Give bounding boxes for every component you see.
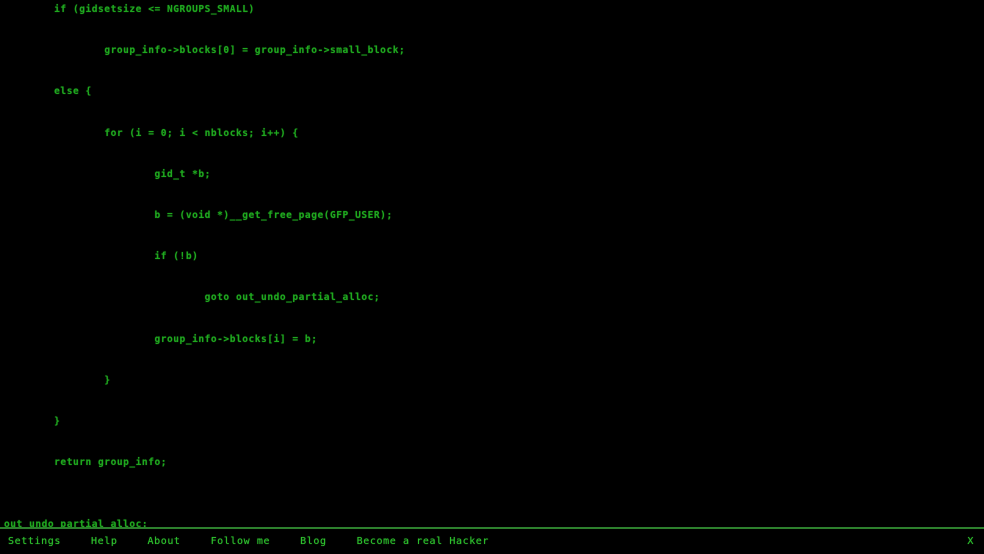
code-line: group_info->blocks[0] = group_info->smal… — [4, 45, 406, 57]
footer-nav: Settings Help About Follow me Blog Become a r… — [8, 529, 489, 554]
code-line: } — [4, 374, 111, 386]
code-line: for (i = 0; i < nblocks; i++) { — [4, 127, 299, 139]
footer-bar: Settings Help About Follow me Blog Become a r… — [0, 527, 984, 554]
code-line: } — [4, 415, 61, 427]
code-line: out_undo_partial_alloc: — [4, 518, 149, 527]
close-button[interactable]: X — [967, 529, 974, 554]
code-line: goto out_undo_partial_alloc; — [4, 292, 381, 304]
code-line: group_info->blocks[i] = b; — [4, 333, 318, 345]
code-line: if (!b) — [4, 251, 199, 263]
code-line: gid_t *b; — [4, 168, 211, 180]
footer-item-settings[interactable]: Settings — [8, 536, 61, 547]
code-line: return group_info; — [4, 457, 168, 469]
footer-item-follow-me[interactable]: Follow me — [211, 536, 271, 547]
footer-item-become-a-real-hacker[interactable]: Become a real Hacker — [357, 536, 489, 547]
code-output-area[interactable]: if (gidsetsize <= NGROUPS_SMALL) group_i… — [0, 0, 984, 527]
footer-item-blog[interactable]: Blog — [300, 536, 326, 547]
footer-item-help[interactable]: Help — [91, 536, 117, 547]
code-line: else { — [4, 86, 92, 98]
code-line: b = (void *)__get_free_page(GFP_USER); — [4, 209, 393, 221]
hacker-typer-screen: if (gidsetsize <= NGROUPS_SMALL) group_i… — [0, 0, 984, 554]
code-line: if (gidsetsize <= NGROUPS_SMALL) — [4, 4, 255, 15]
footer-item-about[interactable]: About — [147, 536, 180, 547]
